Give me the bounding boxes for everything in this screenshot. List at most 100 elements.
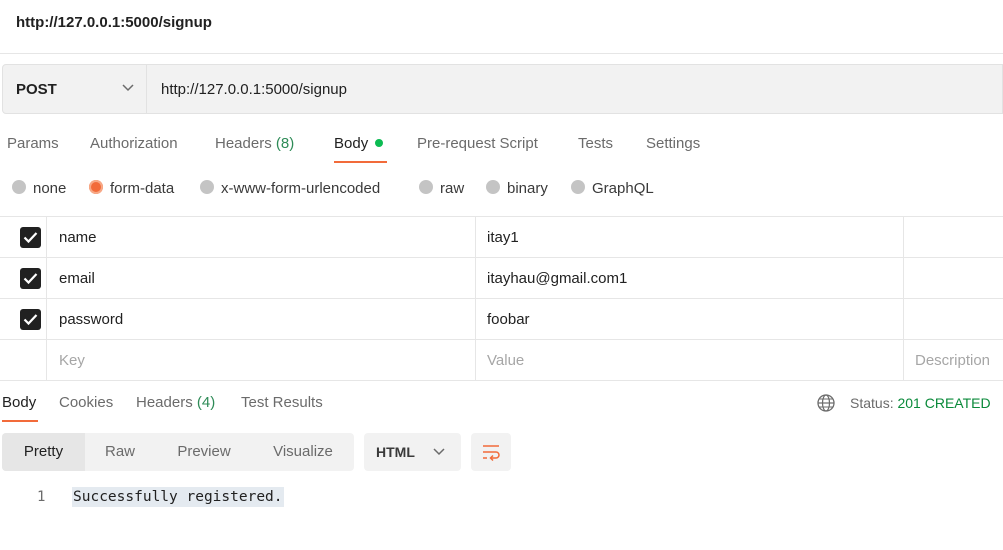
response-tabs: Body Cookies Headers (4) Test Results St…: [0, 390, 1003, 424]
radio-circle: [200, 180, 214, 194]
radio-none-label: none: [33, 180, 67, 197]
radio-none[interactable]: none: [12, 180, 66, 197]
view-mode-segment: Pretty Raw Preview Visualize: [2, 433, 354, 471]
active-tab-underline: [334, 161, 387, 163]
tab-params[interactable]: Params: [7, 135, 59, 152]
description-input[interactable]: Description: [904, 340, 1003, 380]
tab-body-label: Body: [334, 135, 369, 152]
response-tab-headers-count: (4): [196, 394, 216, 411]
radio-circle: [12, 180, 26, 194]
radio-raw[interactable]: raw: [419, 180, 464, 197]
response-tab-headers[interactable]: Headers (4): [136, 394, 215, 411]
title-bar: http://127.0.0.1:5000/signup: [0, 0, 1003, 54]
row-check-cell: [0, 217, 47, 257]
value-placeholder: Value: [487, 352, 525, 369]
value-cell[interactable]: itayhau@gmail.com1: [476, 258, 904, 298]
value-cell[interactable]: foobar: [476, 299, 904, 339]
row-checkbox[interactable]: [20, 309, 41, 330]
response-body: 1 Successfully registered.: [0, 485, 1003, 515]
radio-urlencoded[interactable]: x-www-form-urlencoded: [200, 180, 380, 197]
radio-circle-selected: [89, 180, 103, 194]
response-tab-body[interactable]: Body: [2, 394, 36, 411]
tab-headers-label: Headers: [215, 135, 272, 152]
key-input[interactable]: Key: [48, 340, 476, 380]
key-placeholder: Key: [59, 352, 85, 369]
response-status: Status: 201 CREATED: [850, 395, 991, 411]
description-cell[interactable]: [904, 217, 1003, 257]
radio-binary-label: binary: [507, 180, 548, 197]
table-row: name itay1: [0, 217, 1003, 258]
radio-binary[interactable]: binary: [486, 180, 548, 197]
description-placeholder: Description: [915, 352, 991, 369]
radio-form-data[interactable]: form-data: [89, 180, 174, 197]
radio-circle: [419, 180, 433, 194]
view-visualize[interactable]: Visualize: [258, 433, 348, 471]
method-select[interactable]: POST: [3, 65, 147, 113]
value-input[interactable]: Value: [476, 340, 904, 380]
body-type-options: none form-data x-www-form-urlencoded raw…: [0, 178, 1003, 202]
radio-circle: [486, 180, 500, 194]
row-check-cell: [0, 299, 47, 339]
wrap-lines-button[interactable]: [471, 433, 511, 471]
field-value: itay1: [487, 229, 519, 246]
table-row: password foobar: [0, 299, 1003, 340]
description-cell[interactable]: [904, 258, 1003, 298]
table-row: email itayhau@gmail.com1: [0, 258, 1003, 299]
method-label: POST: [16, 81, 57, 98]
url-input[interactable]: http://127.0.0.1:5000/signup: [161, 81, 347, 98]
field-value: foobar: [487, 311, 530, 328]
globe-icon[interactable]: [816, 393, 836, 413]
tab-tests[interactable]: Tests: [578, 135, 613, 152]
field-key: password: [59, 311, 124, 328]
response-active-underline: [2, 420, 38, 422]
radio-urlencoded-label: x-www-form-urlencoded: [221, 180, 381, 197]
table-row-empty: Key Value Description: [0, 340, 1003, 381]
response-tab-headers-label: Headers: [136, 394, 193, 411]
field-key: name: [59, 229, 97, 246]
tab-authorization[interactable]: Authorization: [90, 135, 178, 152]
status-code: 201 CREATED: [897, 395, 991, 411]
chevron-down-icon: [433, 448, 445, 456]
check-icon: [23, 232, 38, 244]
tab-headers[interactable]: Headers (8): [215, 135, 294, 152]
field-key: email: [59, 270, 95, 287]
key-cell[interactable]: name: [48, 217, 476, 257]
value-cell[interactable]: itay1: [476, 217, 904, 257]
chevron-down-icon: [122, 84, 134, 92]
request-title[interactable]: http://127.0.0.1:5000/signup: [16, 14, 212, 31]
row-checkbox[interactable]: [20, 227, 41, 248]
row-check-cell: [0, 340, 47, 380]
radio-graphql[interactable]: GraphQL: [571, 180, 654, 197]
response-tab-cookies[interactable]: Cookies: [59, 394, 113, 411]
radio-raw-label: raw: [440, 180, 465, 197]
status-label: Status:: [850, 395, 894, 411]
radio-form-data-label: form-data: [110, 180, 175, 197]
response-text[interactable]: Successfully registered.: [72, 487, 284, 507]
wrap-lines-icon: [483, 445, 500, 462]
format-select[interactable]: HTML: [364, 433, 461, 471]
row-check-cell: [0, 258, 47, 298]
description-cell[interactable]: [904, 299, 1003, 339]
view-raw[interactable]: Raw: [85, 433, 155, 471]
key-cell[interactable]: email: [48, 258, 476, 298]
tab-body[interactable]: Body: [334, 135, 384, 152]
view-pretty[interactable]: Pretty: [2, 433, 85, 471]
tab-headers-count: (8): [275, 135, 295, 152]
body-indicator-dot: [375, 139, 384, 147]
radio-circle: [571, 180, 585, 194]
key-cell[interactable]: password: [48, 299, 476, 339]
form-data-table: name itay1 email itayhau@gmail.com1 pass…: [0, 216, 1003, 381]
check-icon: [23, 314, 38, 326]
tab-prerequest-script[interactable]: Pre-request Script: [417, 135, 538, 152]
request-tabs: Params Authorization Headers (8) Body Pr…: [0, 130, 1003, 166]
radio-graphql-label: GraphQL: [592, 180, 654, 197]
request-bar: POST http://127.0.0.1:5000/signup: [2, 64, 1003, 114]
field-value: itayhau@gmail.com1: [487, 270, 628, 287]
format-label: HTML: [376, 444, 415, 460]
tab-settings[interactable]: Settings: [646, 135, 700, 152]
line-number: 1: [37, 489, 46, 505]
row-checkbox[interactable]: [20, 268, 41, 289]
check-icon: [23, 273, 38, 285]
response-tab-test-results[interactable]: Test Results: [241, 394, 323, 411]
view-preview[interactable]: Preview: [160, 433, 248, 471]
